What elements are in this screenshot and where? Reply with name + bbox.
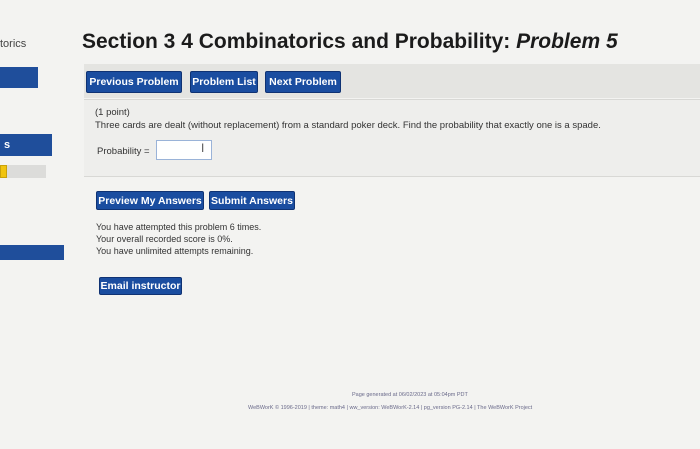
answer-label: Probability = [97,146,150,157]
attempts-text: You have attempted this problem 6 times. [96,222,262,232]
page-title-problem: Problem 5 [516,30,618,53]
sidebar-brand-text: torics [0,38,27,50]
submit-answers-button[interactable]: Submit Answers [209,191,295,210]
problem-points: (1 point) [95,107,130,118]
preview-answers-button[interactable]: Preview My Answers [96,191,204,210]
text-cursor-icon: I [201,141,205,155]
page-title-main: Section 3 4 Combinatorics and Probabilit… [82,30,517,53]
email-instructor-button[interactable]: Email instructor [99,277,182,295]
remaining-attempts-text: You have unlimited attempts remaining. [96,246,254,256]
page-title: Section 3 4 Combinatorics and Probabilit… [82,30,618,54]
sidebar-item-top[interactable] [0,67,38,88]
sidebar: torics s [0,0,64,449]
footer-credits: WeBWorK © 1996-2019 | theme: math4 | ww_… [248,405,533,411]
footer-generated: Page generated at 06/02/2023 at 05:04pm … [352,392,468,398]
problem-list-button[interactable]: Problem List [190,71,258,93]
score-text: Your overall recorded score is 0%. [96,234,233,244]
status-indicator-icon [0,165,7,178]
sidebar-item-selected[interactable]: s [0,134,52,156]
problem-question: Three cards are dealt (without replaceme… [95,120,601,131]
problem-box [84,99,700,177]
attempt-status: You have attempted this problem 6 times.… [96,221,261,257]
sidebar-item-status[interactable] [0,165,46,178]
next-problem-button[interactable]: Next Problem [265,71,341,93]
sidebar-item-bottom[interactable] [0,245,64,260]
previous-problem-button[interactable]: Previous Problem [86,71,182,93]
